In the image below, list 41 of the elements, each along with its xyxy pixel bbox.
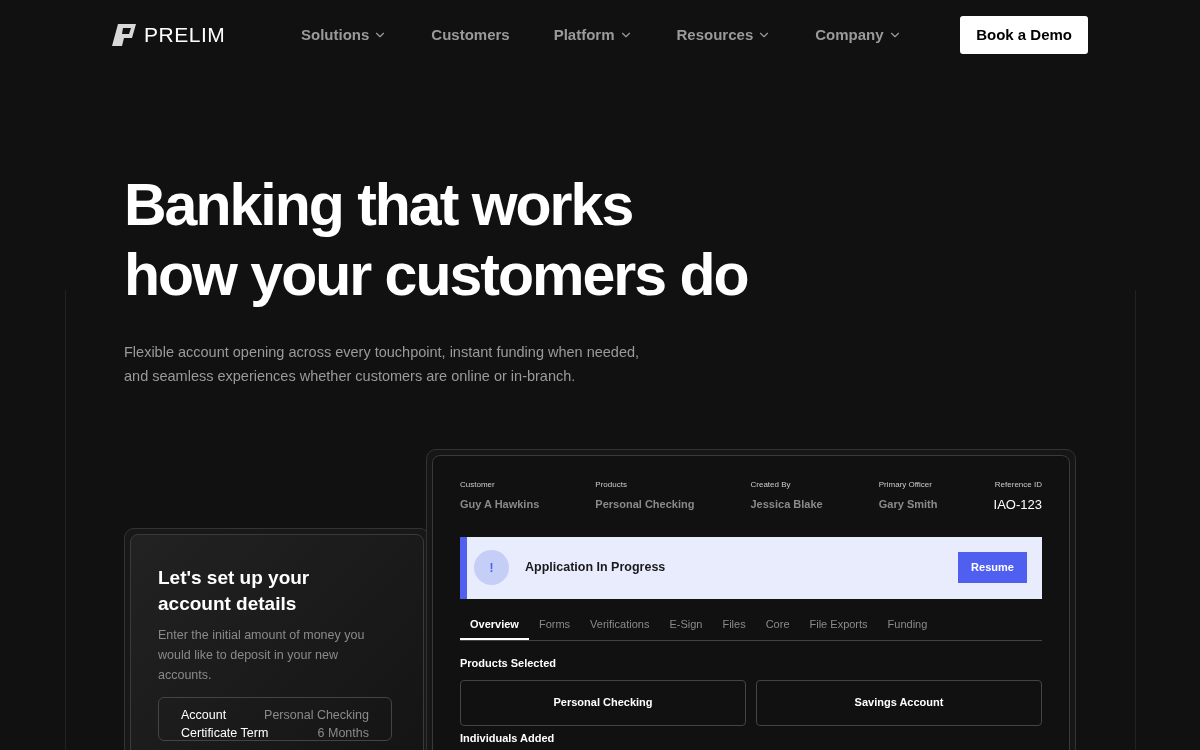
meta-value: Gary Smith bbox=[878, 497, 938, 512]
summary-value: 6 Months bbox=[317, 726, 369, 740]
tab[interactable]: Funding bbox=[877, 615, 938, 640]
alert-icon: ! bbox=[474, 550, 509, 585]
nav-link[interactable]: Resources bbox=[676, 23, 772, 47]
tab[interactable]: Forms bbox=[528, 615, 581, 640]
product-card[interactable]: Personal Checking bbox=[460, 679, 746, 726]
tab[interactable]: Overview bbox=[460, 615, 529, 640]
hero-heading: Banking that works how your customers do bbox=[124, 171, 749, 310]
hero-subtitle: Flexible account opening across every touchpoint, instant funding when needed, and seamless experiences whether customers are online or in-branch. bbox=[124, 343, 641, 386]
summary-label: Certificate Term bbox=[181, 726, 269, 740]
card-description: Enter the initial amount of money you would like to deposit in your new accounts. bbox=[158, 627, 366, 684]
tab[interactable]: Verifications bbox=[580, 615, 660, 640]
summary-value: Personal Checking bbox=[264, 708, 369, 722]
meta-value: Personal Checking bbox=[595, 497, 695, 512]
meta-label: Reference ID bbox=[994, 479, 1042, 491]
product-card[interactable]: Savings Account bbox=[756, 679, 1042, 726]
nav-link[interactable]: Solutions bbox=[301, 23, 388, 47]
book-demo-button[interactable]: Book a Demo bbox=[960, 16, 1088, 54]
section-heading: Individuals Added bbox=[460, 731, 556, 745]
summary-label: Account bbox=[181, 708, 227, 722]
nav-link[interactable]: Company bbox=[815, 23, 902, 47]
meta-label: Created By bbox=[750, 479, 792, 491]
card-title: Let's set up your account details bbox=[158, 566, 311, 616]
meta-value: Guy A Hawkins bbox=[460, 497, 540, 512]
tab[interactable]: File Exports bbox=[799, 615, 878, 640]
meta-value: IAO-123 bbox=[993, 496, 1042, 514]
banner-message: Application In Progress bbox=[525, 559, 667, 577]
meta-label: Products bbox=[595, 479, 628, 491]
nav-link[interactable]: Customers bbox=[431, 23, 510, 47]
logo-text: PRELIM bbox=[144, 22, 226, 49]
section-heading: Products Selected bbox=[460, 656, 557, 671]
logo-icon bbox=[112, 24, 136, 46]
resume-button[interactable]: Resume bbox=[958, 552, 1027, 583]
tab[interactable]: Core bbox=[755, 615, 800, 640]
nav-link[interactable]: Platform bbox=[553, 23, 633, 47]
meta-value: Jessica Blake bbox=[750, 497, 823, 512]
meta-label: Customer bbox=[460, 479, 496, 491]
meta-label: Primary Officer bbox=[878, 479, 933, 491]
tab[interactable]: E-Sign bbox=[659, 615, 713, 640]
tab[interactable]: Files bbox=[712, 615, 756, 640]
